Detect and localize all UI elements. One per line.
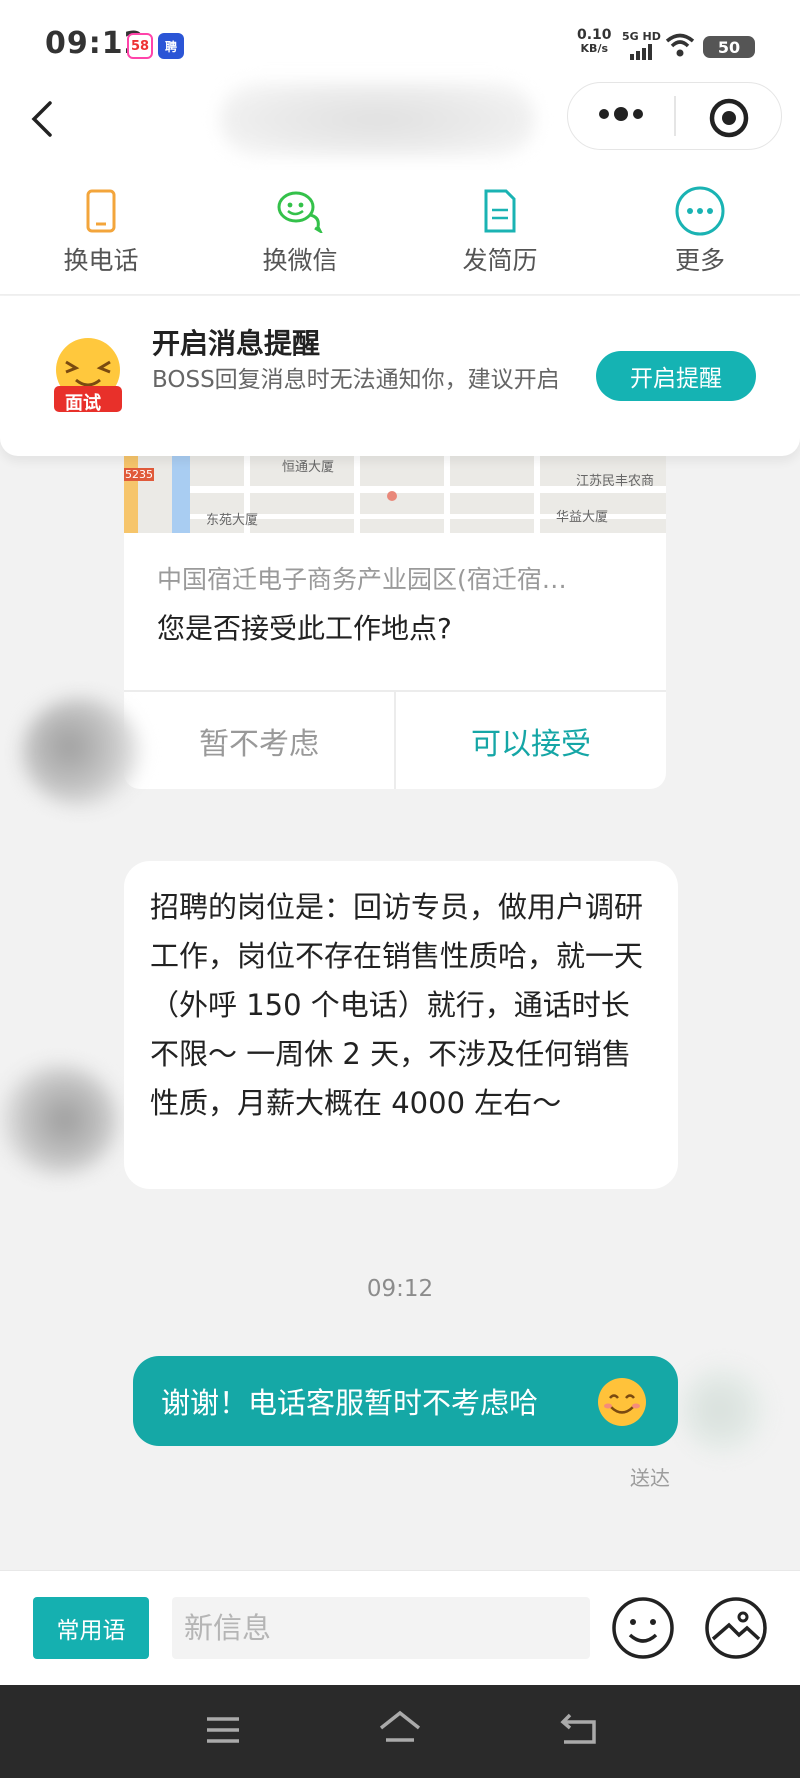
close-miniprogram-icon[interactable] (708, 97, 750, 139)
my-avatar[interactable] (680, 1365, 768, 1455)
more-dots-icon[interactable] (598, 106, 644, 122)
map-label: 东苑大厦 (206, 513, 259, 528)
outgoing-message-text: 谢谢！电话客服暂时不考虑哈 (161, 1386, 539, 1420)
action-label: 发简历 (462, 246, 538, 275)
wifi-icon (665, 33, 695, 57)
interview-emoji-label: 面试 (65, 393, 101, 414)
menu-icon[interactable] (205, 1715, 241, 1745)
recruiter-avatar[interactable] (0, 1065, 118, 1175)
phone-icon (86, 189, 116, 233)
map-label: 华益大厦 (556, 510, 609, 525)
map-label: 恒通大厦 (282, 460, 335, 475)
delivery-status: 送达 (630, 1466, 670, 1490)
network-type: 5G HD (622, 30, 661, 43)
accept-location-button[interactable]: 可以接受 (396, 692, 666, 789)
action-exchange-phone[interactable]: 换电话 (36, 185, 166, 277)
notify-description: BOSS回复消息时无法通知你，建议开启 (152, 367, 560, 393)
action-label: 换电话 (63, 246, 139, 275)
action-label: 换微信 (262, 246, 338, 275)
smile-emoji-icon (598, 1378, 646, 1426)
decline-location-button[interactable]: 暂不考虑 (124, 692, 394, 789)
location-question: 您是否接受此工作地点? (157, 612, 452, 645)
recruiter-avatar[interactable] (22, 698, 140, 806)
enable-notify-button[interactable]: 开启提醒 (596, 351, 756, 401)
app-zhaopin-icon: 聘 (158, 33, 184, 59)
back-icon[interactable] (560, 1712, 598, 1746)
image-icon[interactable] (703, 1595, 769, 1661)
app-58-icon: 58 (127, 33, 153, 59)
map-thumbnail[interactable]: 5235 恒通大厦 江苏民丰农商 东苑大厦 华益大厦 (124, 456, 666, 533)
map-label: 5235 (124, 468, 154, 481)
net-speed: 0.10 KB/s (577, 27, 612, 55)
message-input[interactable] (172, 1597, 590, 1659)
notify-title: 开启消息提醒 (152, 327, 321, 360)
location-address: 中国宿迁电子商务产业园区(宿迁宿… (157, 565, 567, 594)
action-send-resume[interactable]: 发简历 (435, 185, 565, 277)
back-arrow-icon[interactable] (30, 100, 54, 138)
wechat-icon (277, 191, 323, 233)
home-icon[interactable] (378, 1710, 422, 1746)
signal-icon (630, 44, 652, 60)
incoming-message-bubble: 招聘的岗位是：回访专员，做用户调研工作，岗位不存在销售性质哈，就一天（外呼 15… (124, 861, 678, 1189)
action-exchange-wechat[interactable]: 换微信 (235, 185, 365, 277)
message-timestamp: 09:12 (366, 1276, 434, 1302)
resume-icon (484, 189, 516, 233)
map-label: 江苏民丰农商 (576, 474, 655, 489)
chat-title-blurred (220, 82, 535, 157)
more-icon (675, 186, 725, 236)
battery-indicator: 50 (703, 36, 755, 58)
common-phrases-button[interactable]: 常用语 (33, 1597, 149, 1659)
emoji-icon[interactable] (610, 1595, 676, 1661)
capsule-divider (674, 96, 676, 136)
action-label: 更多 (674, 246, 725, 275)
action-more[interactable]: 更多 (635, 185, 765, 277)
